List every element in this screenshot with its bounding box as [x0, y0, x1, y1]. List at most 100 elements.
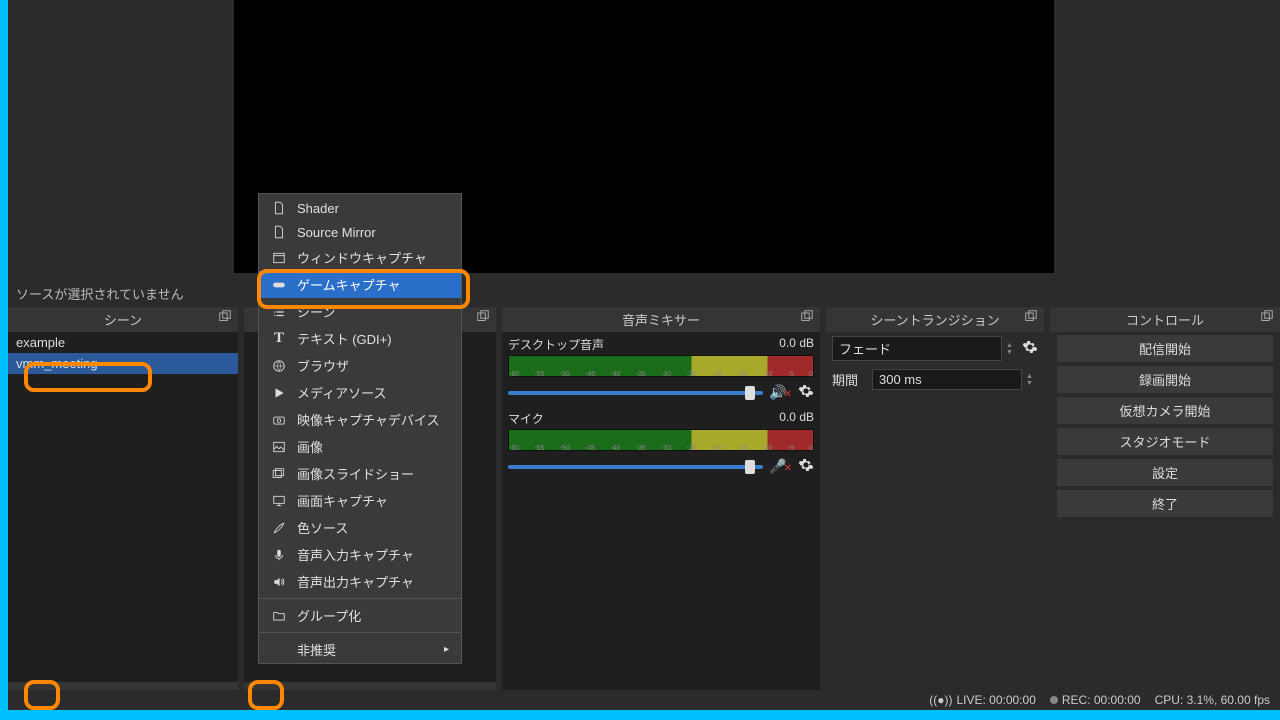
image-icon: [271, 439, 287, 455]
mixer-title: 音声ミキサー: [622, 313, 700, 328]
menu-item-label: ウィンドウキャプチャ: [297, 248, 427, 267]
popout-icon[interactable]: [218, 310, 232, 324]
scenes-title: シーン: [104, 313, 142, 328]
file-icon: [271, 200, 287, 216]
mixer-header: 音声ミキサー: [502, 307, 820, 332]
popout-icon[interactable]: [1260, 310, 1274, 324]
duration-label: 期間: [832, 370, 868, 389]
transition-select[interactable]: フェード: [832, 336, 1002, 361]
start-virtualcam-button[interactable]: 仮想カメラ開始: [1056, 396, 1274, 425]
play-icon: [271, 385, 287, 401]
start-recording-button[interactable]: 録画開始: [1056, 365, 1274, 394]
monitor-icon: [271, 493, 287, 509]
globe-icon: [271, 358, 287, 374]
scene-item-vmm-meeting[interactable]: vmm_meeting: [8, 353, 238, 374]
mic-icon: [271, 547, 287, 563]
menu-item-label: Shader: [297, 201, 339, 216]
popout-icon[interactable]: [800, 310, 814, 324]
popout-icon[interactable]: [1024, 310, 1038, 324]
menu-item-deprecated[interactable]: 非推奨: [259, 636, 461, 663]
app-window: ソースが選択されていません シーン example vmm_meeting ＋ …: [8, 0, 1280, 710]
menu-item[interactable]: 色ソース: [259, 514, 461, 541]
popout-icon[interactable]: [476, 310, 490, 324]
mute-icon[interactable]: 🔊✕: [769, 384, 792, 401]
menu-item-label: 画像スライドショー: [297, 464, 414, 483]
studio-mode-button[interactable]: スタジオモード: [1056, 427, 1274, 456]
camera-icon: [271, 412, 287, 428]
gear-icon[interactable]: [798, 383, 814, 402]
menu-item[interactable]: シーン: [259, 298, 461, 325]
menu-item[interactable]: メディアソース: [259, 379, 461, 406]
file-icon: [271, 224, 287, 240]
audio-meter: -60-55-50-45-40-35-30-25-20-15-10-50: [508, 355, 814, 377]
status-cpu: CPU: 3.1%, 60.00 fps: [1155, 693, 1270, 707]
transitions-body: フェード ▲▼ 期間 300 ms ▲▼: [826, 332, 1044, 710]
menu-item[interactable]: 音声入力キャプチャ: [259, 541, 461, 568]
settings-button[interactable]: 設定: [1056, 458, 1274, 487]
mute-icon[interactable]: 🎤✕: [769, 458, 792, 475]
menu-item-label: 映像キャプチャデバイス: [297, 410, 439, 429]
channel-name: デスクトップ音声: [508, 336, 604, 353]
broadcast-icon: ((●)): [929, 693, 952, 707]
transition-spinner[interactable]: ▲▼: [1006, 342, 1018, 356]
scenes-header: シーン: [8, 307, 238, 332]
mixer-channel-desktop: デスクトップ音声 0.0 dB -60-55-50-45-40-35-30-25…: [508, 336, 814, 402]
menu-item[interactable]: ゲームキャプチャ: [259, 271, 461, 298]
menu-item-label: Source Mirror: [297, 225, 376, 240]
scene-item-example[interactable]: example: [8, 332, 238, 353]
gamepad-icon: [271, 277, 287, 293]
status-live: ((●))LIVE: 00:00:00: [929, 693, 1036, 707]
menu-item[interactable]: 画面キャプチャ: [259, 487, 461, 514]
menu-item-label: 音声入力キャプチャ: [297, 545, 414, 564]
menu-item[interactable]: 画像: [259, 433, 461, 460]
menu-item-label: 画面キャプチャ: [297, 491, 388, 510]
menu-item-label: メディアソース: [297, 383, 386, 402]
volume-slider[interactable]: [508, 465, 763, 469]
menu-item-label: テキスト (GDI+): [297, 329, 392, 348]
duration-spinner[interactable]: ▲▼: [1026, 373, 1038, 387]
gear-icon[interactable]: [1022, 339, 1038, 358]
window-icon: [271, 250, 287, 266]
menu-item-group[interactable]: グループ化: [259, 602, 461, 629]
list-icon: [271, 304, 287, 320]
controls-body: 配信開始 録画開始 仮想カメラ開始 スタジオモード 設定 終了: [1050, 332, 1280, 710]
duration-input[interactable]: 300 ms: [872, 369, 1022, 390]
scenes-dock: シーン example vmm_meeting ＋ － ∧ ∨: [8, 307, 238, 710]
menu-item[interactable]: T テキスト (GDI+): [259, 325, 461, 352]
menu-item-label: ブラウザ: [297, 356, 349, 375]
status-rec: REC: 00:00:00: [1050, 693, 1141, 707]
docks-row: シーン example vmm_meeting ＋ － ∧ ∨ ソース: [8, 307, 1280, 710]
scenes-list[interactable]: example vmm_meeting: [8, 332, 238, 682]
menu-item[interactable]: ウィンドウキャプチャ: [259, 244, 461, 271]
gear-icon[interactable]: [798, 457, 814, 476]
menu-item[interactable]: Source Mirror: [259, 220, 461, 244]
volume-slider[interactable]: [508, 391, 763, 395]
controls-dock: コントロール 配信開始 録画開始 仮想カメラ開始 スタジオモード 設定 終了: [1050, 307, 1280, 710]
menu-item[interactable]: 映像キャプチャデバイス: [259, 406, 461, 433]
preview-area: [8, 0, 1280, 280]
slideshow-icon: [271, 466, 287, 482]
controls-title: コントロール: [1126, 313, 1204, 328]
transitions-header: シーントランジション: [826, 307, 1044, 332]
menu-item[interactable]: 画像スライドショー: [259, 460, 461, 487]
menu-item-label: グループ化: [297, 606, 361, 625]
menu-item-label: ゲームキャプチャ: [297, 275, 400, 294]
add-source-context-menu[interactable]: Shader Source Mirror ウィンドウキャプチャゲームキャプチャシーン…: [258, 193, 462, 664]
exit-button[interactable]: 終了: [1056, 489, 1274, 518]
menu-item-label: 画像: [297, 437, 323, 456]
text-icon: T: [271, 331, 287, 347]
controls-header: コントロール: [1050, 307, 1280, 332]
start-streaming-button[interactable]: 配信開始: [1056, 334, 1274, 363]
mixer-channel-mic: マイク 0.0 dB -60-55-50-45-40-35-30-25-20-1…: [508, 410, 814, 476]
menu-item[interactable]: Shader: [259, 196, 461, 220]
menu-item[interactable]: ブラウザ: [259, 352, 461, 379]
menu-item[interactable]: 音声出力キャプチャ: [259, 568, 461, 595]
mixer-body: デスクトップ音声 0.0 dB -60-55-50-45-40-35-30-25…: [502, 332, 820, 710]
channel-db: 0.0 dB: [779, 410, 814, 427]
audio-meter: -60-55-50-45-40-35-30-25-20-15-10-50: [508, 429, 814, 451]
brush-icon: [271, 520, 287, 536]
status-bar: ((●))LIVE: 00:00:00 REC: 00:00:00 CPU: 3…: [8, 690, 1280, 710]
menu-item-label: シーン: [297, 302, 335, 321]
record-icon: [1050, 696, 1058, 704]
speaker-icon: [271, 574, 287, 590]
